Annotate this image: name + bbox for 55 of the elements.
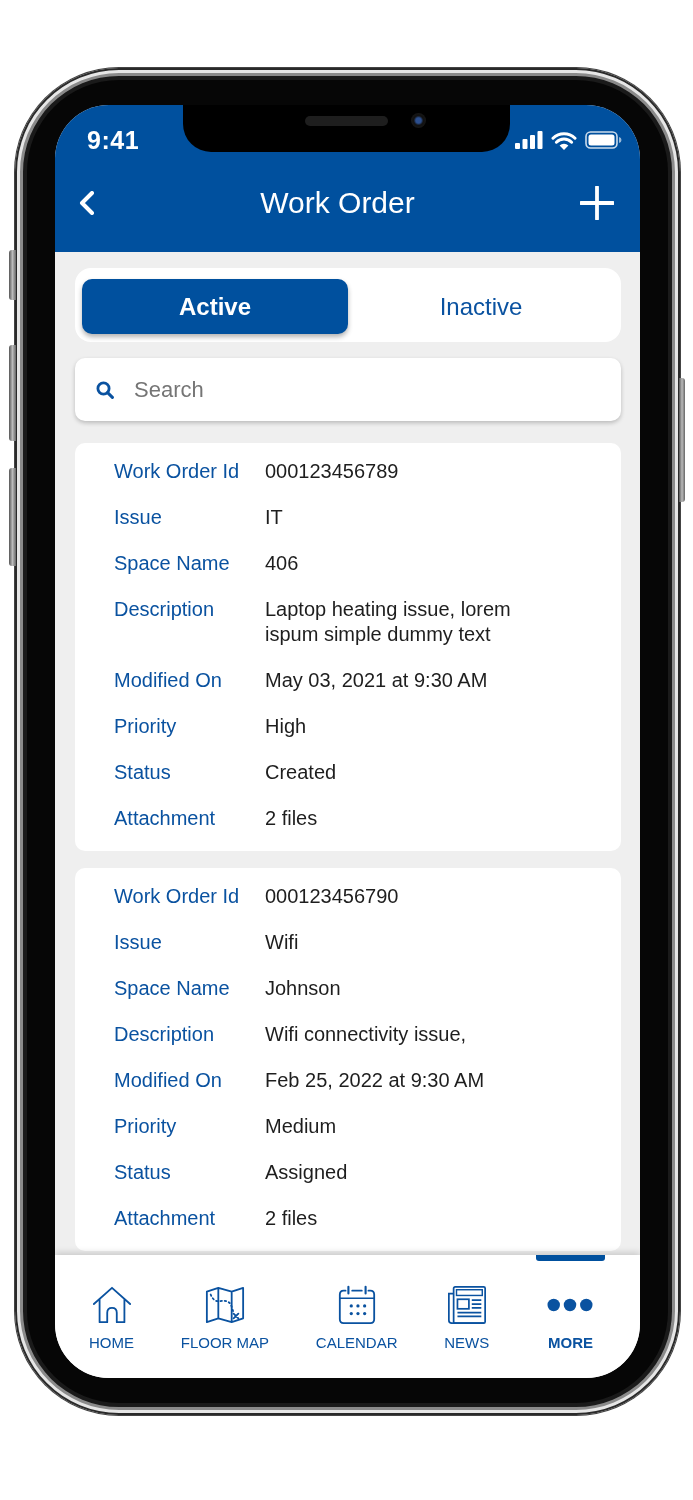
wifi-icon [551, 130, 577, 150]
nav-tab[interactable]: HOME [89, 1255, 134, 1378]
camera-lens [411, 113, 426, 128]
field-value: 406 [265, 551, 300, 576]
field-value: IT [265, 505, 284, 530]
field-label: Work Order Id [114, 459, 241, 484]
house-icon [90, 1284, 133, 1326]
field-value: Medium [265, 1114, 338, 1139]
nav-tab[interactable]: CALENDAR [315, 1255, 398, 1378]
field-value: Assigned [265, 1160, 349, 1185]
search-field[interactable]: Search [75, 358, 621, 421]
screen-title: Work Order [260, 186, 415, 220]
folded-map-icon [203, 1284, 246, 1326]
field-value: 2 files [265, 1206, 319, 1231]
field-value: 000123456789 [265, 459, 400, 484]
search-icon [96, 381, 114, 399]
nav-tab[interactable]: MORE [536, 1255, 605, 1378]
field-label: Modified On [114, 668, 223, 693]
active-tab-indicator [536, 1255, 605, 1261]
field-label: Space Name [114, 551, 231, 576]
field-value: Johnson [265, 976, 342, 1001]
field-label: Attachment [114, 1206, 217, 1231]
field-value: Wifi [265, 930, 300, 955]
field-value: Feb 25, 2022 at 9:30 AM [265, 1068, 486, 1093]
nav-tab[interactable]: NEWS [444, 1255, 490, 1378]
field-label: Work Order Id [114, 884, 241, 909]
nav-tab[interactable]: FLOOR MAP [180, 1255, 270, 1378]
field-label: Status [114, 760, 172, 785]
field-value: 000123456790 [265, 884, 400, 909]
field-label: Priority [114, 714, 178, 739]
newspaper-icon [445, 1284, 488, 1326]
more-dots-icon [547, 1298, 594, 1312]
field-value: Created [265, 760, 338, 785]
field-label: Issue [114, 505, 163, 530]
field-label: Status [114, 1160, 172, 1185]
field-value: May 03, 2021 at 9:30 AM [265, 668, 489, 693]
field-label: Space Name [114, 976, 231, 1001]
tab[interactable]: Inactive [348, 279, 614, 334]
field-label: Description [114, 597, 216, 622]
field-label: Modified On [114, 1068, 223, 1093]
field-label: Attachment [114, 806, 217, 831]
add-icon[interactable] [580, 186, 614, 220]
field-value: 2 files [265, 806, 319, 831]
signal-icon [515, 131, 543, 149]
field-value: Wifi connectivity issue, [265, 1022, 468, 1047]
tab[interactable]: Active [82, 279, 348, 334]
field-label: Description [114, 1022, 216, 1047]
status-time: 9:41 [87, 125, 140, 155]
field-value: Laptop heating issue, lorem ispum simple dummy text [265, 597, 512, 647]
field-label: Priority [114, 1114, 178, 1139]
field-label: Issue [114, 930, 163, 955]
back-icon[interactable] [79, 191, 95, 215]
battery-icon [585, 131, 622, 149]
phone-side-key [9, 250, 16, 300]
field-value: High [265, 714, 308, 739]
